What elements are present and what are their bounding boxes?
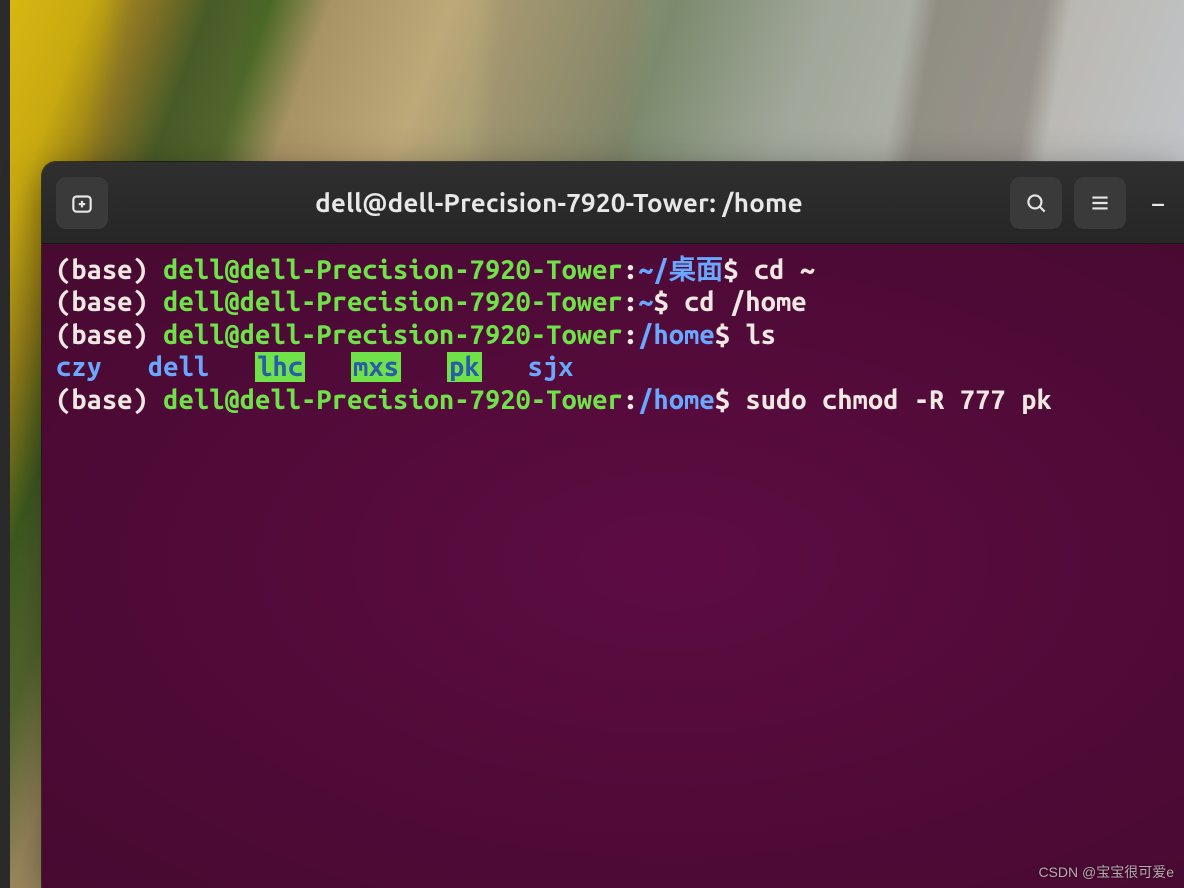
command-text: cd /home [684,287,807,317]
minimize-button[interactable]: – [1146,188,1170,218]
desktop-panel-left [0,0,10,888]
prompt-userhost: dell@dell-Precision-7920-Tower [163,320,623,350]
ls-entry: sjx [528,352,574,382]
watermark: CSDN @宝宝很可爱e [1038,862,1174,882]
prompt-userhost: dell@dell-Precision-7920-Tower [163,255,623,285]
prompt-dollar: $ [715,320,746,350]
new-tab-button[interactable] [56,177,108,229]
prompt-dollar: $ [723,255,754,285]
hamburger-icon [1087,190,1113,216]
new-tab-icon [69,190,95,216]
prompt-sep: : [623,287,638,317]
prompt-dollar: $ [715,385,746,415]
ls-entry: czy [56,352,102,382]
prompt-sep: : [623,320,638,350]
prompt-env: (base) [56,320,163,350]
prompt-line: (base) dell@dell-Precision-7920-Tower:~/… [56,254,1170,286]
prompt-env: (base) [56,385,163,415]
prompt-dollar: $ [654,287,685,317]
prompt-line: (base) dell@dell-Precision-7920-Tower:/h… [56,319,1170,351]
prompt-line: (base) dell@dell-Precision-7920-Tower:~$… [56,286,1170,318]
prompt-sep: : [623,385,638,415]
terminal-body[interactable]: (base) dell@dell-Precision-7920-Tower:~/… [42,244,1184,430]
prompt-path: /home [638,320,715,350]
titlebar[interactable]: dell@dell-Precision-7920-Tower: /home – [42,162,1184,244]
prompt-userhost: dell@dell-Precision-7920-Tower [163,385,623,415]
prompt-sep: : [623,255,638,285]
prompt-current[interactable]: (base) dell@dell-Precision-7920-Tower:/h… [56,384,1170,416]
ls-entry: pk [447,352,482,382]
search-button[interactable] [1010,177,1062,229]
search-icon [1023,190,1049,216]
ls-entry: mxs [351,352,401,382]
terminal-window: dell@dell-Precision-7920-Tower: /home – … [42,162,1184,888]
prompt-path: ~/桌面 [638,255,723,285]
ls-entry: dell [148,352,209,382]
prompt-env: (base) [56,287,163,317]
prompt-path: /home [638,385,715,415]
command-input[interactable]: sudo chmod -R 777 pk [745,385,1051,415]
prompt-userhost: dell@dell-Precision-7920-Tower [163,287,623,317]
hamburger-menu-button[interactable] [1074,177,1126,229]
command-text: cd ~ [754,255,815,285]
ls-output-line: czy dell lhc mxs pk sjx [56,351,1170,383]
prompt-path: ~ [638,287,653,317]
window-title: dell@dell-Precision-7920-Tower: /home [315,188,803,217]
command-text: ls [745,320,776,350]
ls-entry: lhc [255,352,305,382]
prompt-env: (base) [56,255,163,285]
